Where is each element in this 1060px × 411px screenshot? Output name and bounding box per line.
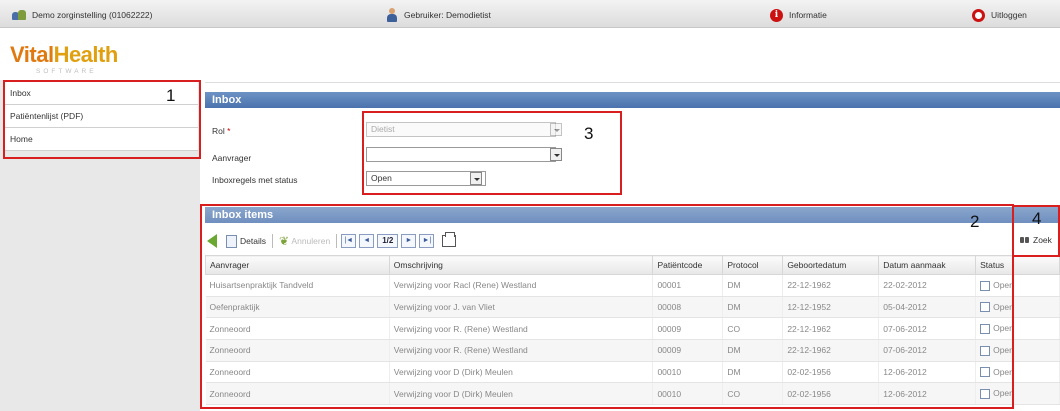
user-label: Gebruiker: Demodietist: [404, 10, 491, 20]
logo-vital-text: Vital: [10, 42, 54, 67]
logo-health-text: Health: [53, 42, 119, 67]
rol-label: Rol *: [212, 126, 230, 136]
organization-icon: [12, 10, 26, 20]
info-label: Informatie: [789, 10, 827, 20]
organization-label: Demo zorginstelling (01062222): [32, 10, 153, 20]
rol-label-text: Rol: [212, 126, 225, 136]
required-marker: *: [227, 126, 231, 136]
aanvrager-label: Aanvrager: [212, 153, 252, 163]
info-icon: i: [770, 8, 783, 22]
top-bar: Demo zorginstelling (01062222) Gebruiker…: [0, 0, 1060, 28]
organization-info: Demo zorginstelling (01062222): [12, 8, 153, 22]
annotation-box-3: [362, 111, 622, 195]
logout-icon: [972, 8, 985, 22]
inbox-header: Inbox: [205, 92, 1060, 108]
header-divider: [205, 82, 1060, 83]
annotation-number-4: 4: [1032, 209, 1042, 228]
user-info: Gebruiker: Demodietist: [386, 8, 491, 22]
logout-label: Uitloggen: [991, 10, 1027, 20]
status-label: Inboxregels met status: [212, 175, 298, 185]
info-link[interactable]: i Informatie: [770, 8, 827, 22]
logout-link[interactable]: Uitloggen: [972, 8, 1027, 22]
logo-subtitle: SOFTWARE: [36, 68, 97, 75]
annotation-number-2: 2: [970, 212, 980, 231]
annotation-number-1: 1: [166, 86, 176, 105]
annotation-number-3: 3: [584, 124, 594, 143]
annotation-box-2: [200, 204, 1014, 409]
user-icon: [386, 8, 398, 22]
vitalhealth-logo: VitalHealth SOFTWARE: [10, 42, 119, 76]
